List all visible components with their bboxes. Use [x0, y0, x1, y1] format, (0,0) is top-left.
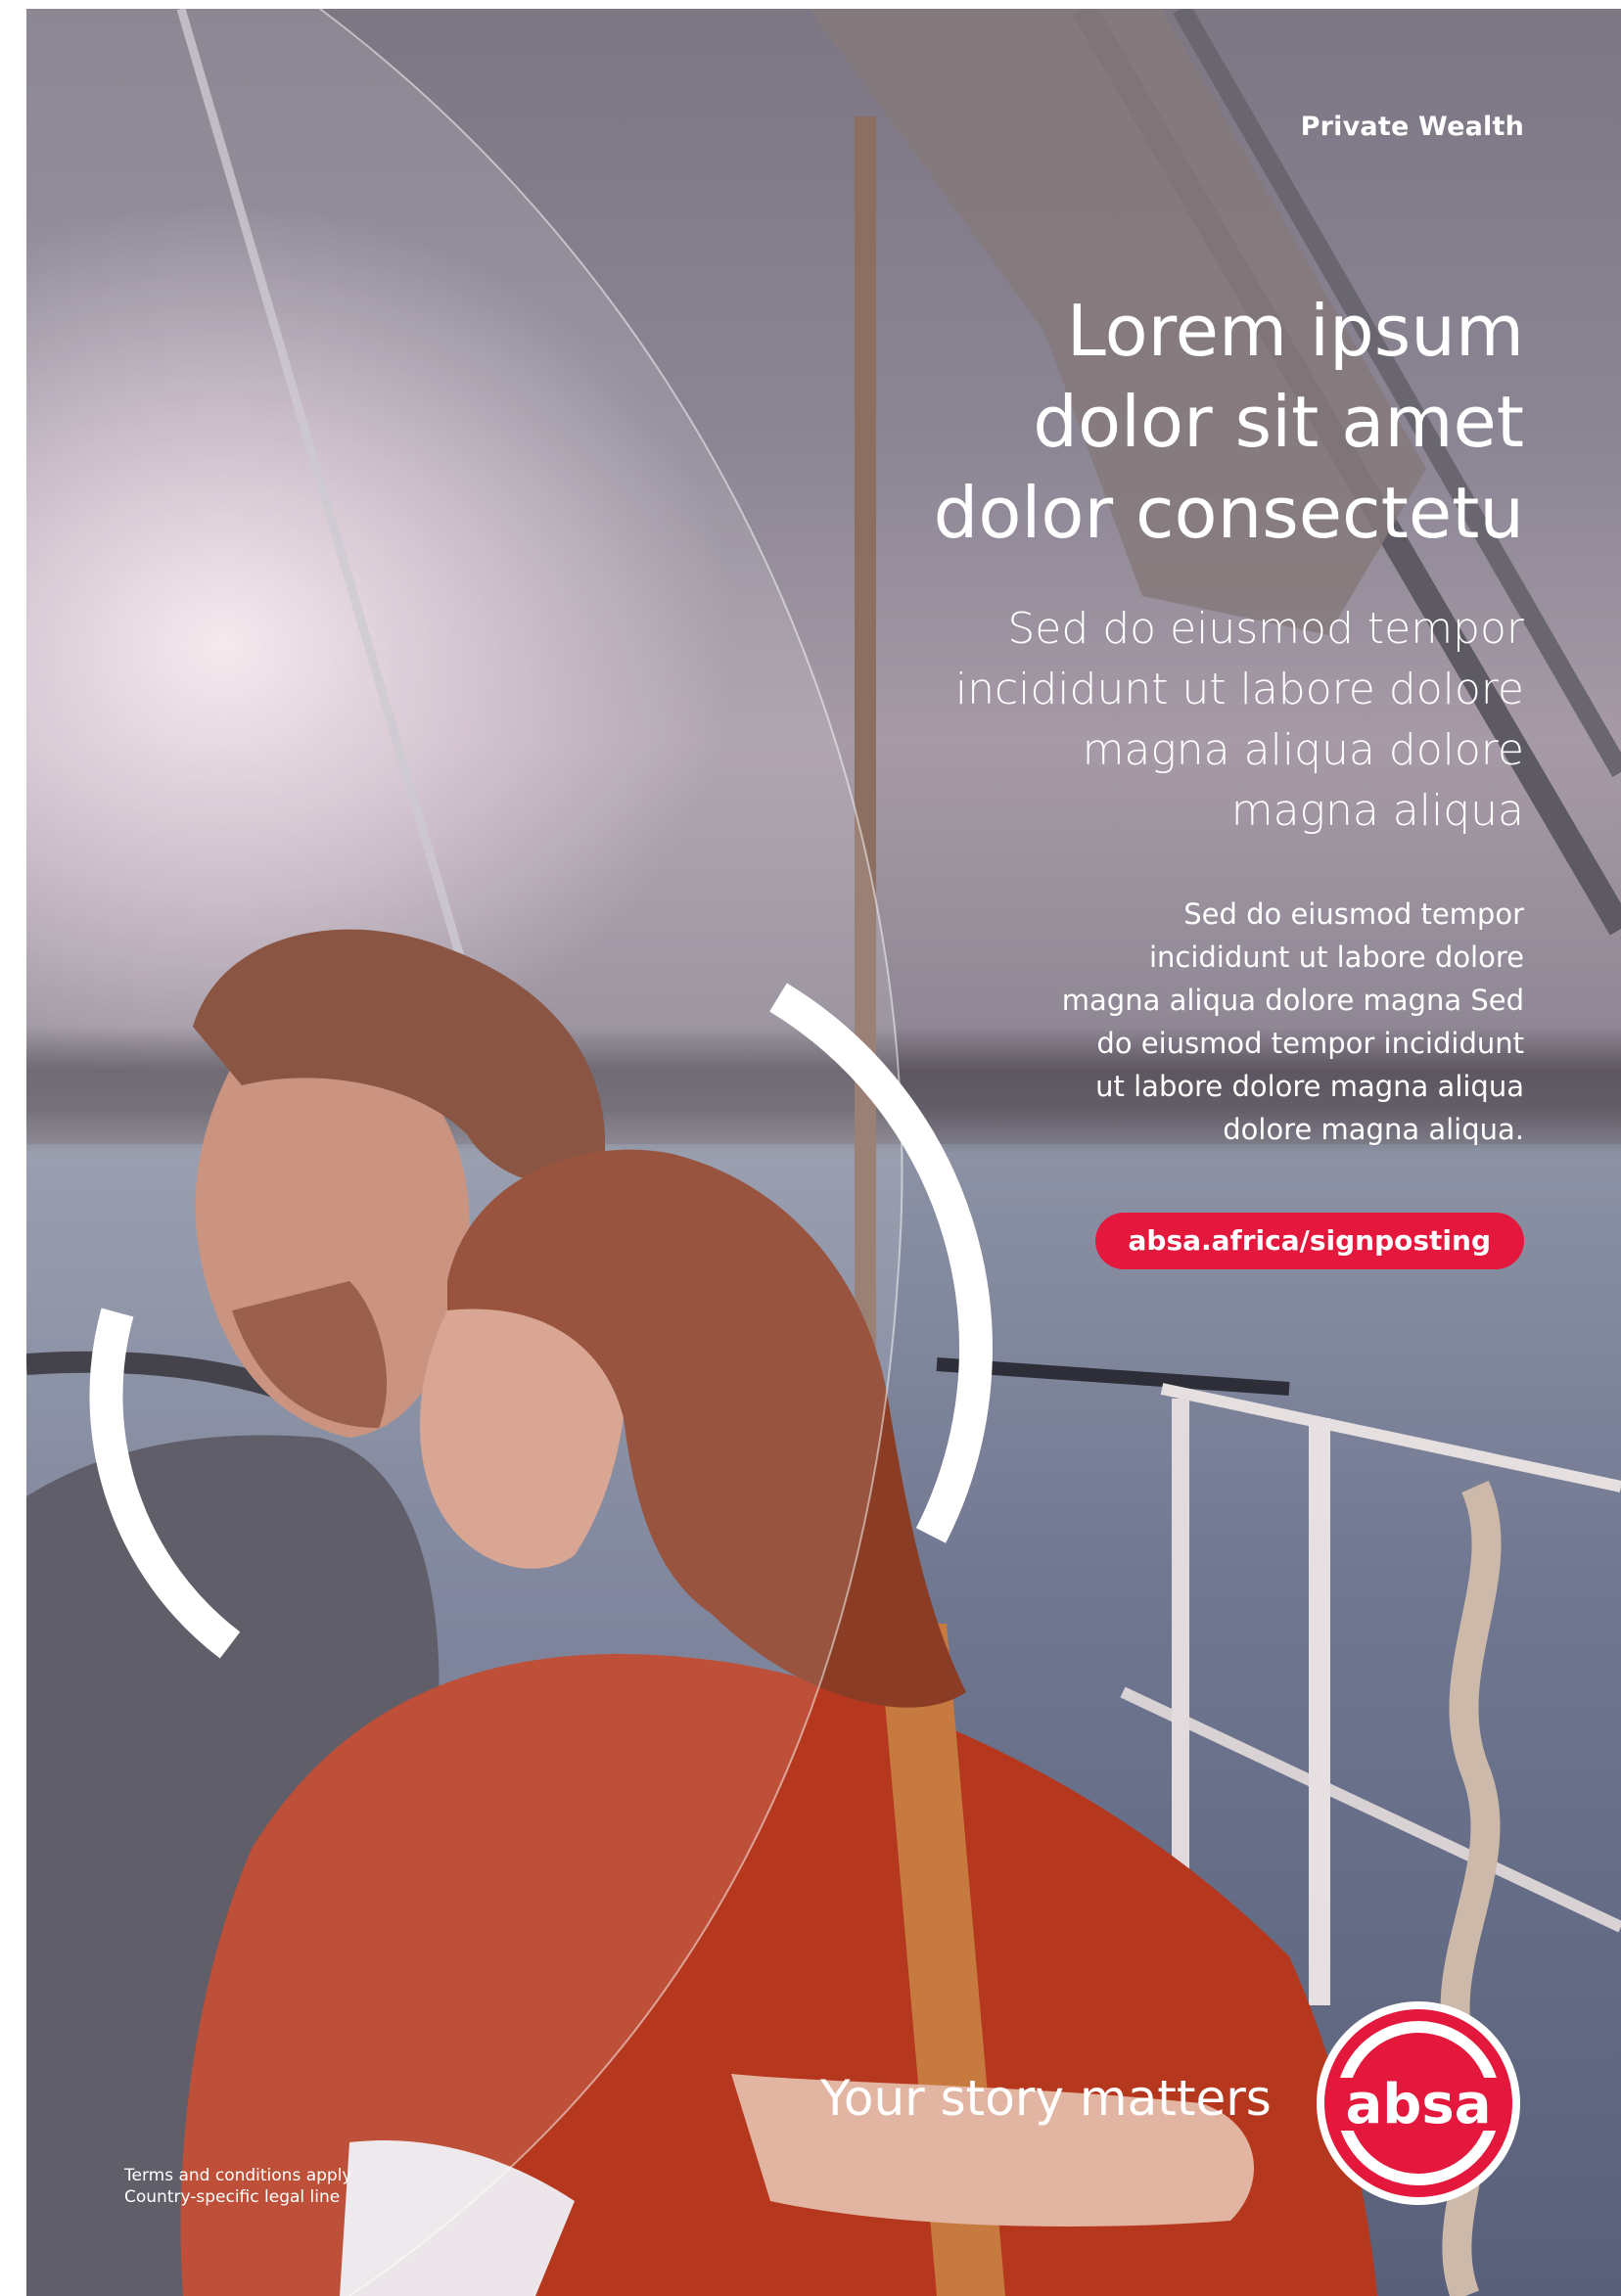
logo-wordmark: absa — [1346, 2073, 1492, 2136]
body-line: magna aliqua dolore magna Sed — [1061, 984, 1524, 1017]
headline-line: Lorem ipsum — [1066, 290, 1524, 372]
legal-footer: Terms and conditions apply Country-speci… — [124, 2165, 516, 2208]
subheadline-line: Sed do eiusmod tempor — [1007, 604, 1524, 654]
rail-post-1 — [1172, 1399, 1189, 1907]
headline-line: dolor sit amet — [1033, 381, 1524, 463]
body-line: do eiusmod tempor incididunt — [1096, 1027, 1524, 1060]
poster: Private Wealth Lorem ipsum dolor sit ame… — [26, 9, 1621, 2296]
absa-logo: absa — [1317, 2001, 1520, 2205]
body-copy: Sed do eiusmod tempor incididunt ut labo… — [976, 893, 1524, 1151]
subheadline-line: magna aliqua dolore — [1082, 725, 1524, 775]
body-line: incididunt ut labore dolore — [1148, 941, 1524, 974]
subheadline: Sed do eiusmod tempor incididunt ut labo… — [839, 599, 1524, 842]
legal-line: Terms and conditions apply — [124, 2166, 352, 2185]
headline-line: dolor consectetu — [933, 472, 1524, 554]
rail-upper — [1160, 1383, 1621, 1492]
tagline: Your story matters — [820, 2070, 1272, 2127]
subheadline-line: incididunt ut labore dolore — [954, 665, 1524, 714]
body-line: dolore magna aliqua. — [1223, 1113, 1524, 1146]
subheadline-line: magna aliqua — [1230, 786, 1524, 836]
body-line: Sed do eiusmod tempor — [1183, 897, 1524, 931]
division-label: Private Wealth — [1300, 112, 1524, 142]
rail-dark — [936, 1357, 1290, 1396]
rail-left — [26, 1351, 285, 1400]
legal-line: Country-specific legal line — [124, 2187, 341, 2207]
headline: Lorem ipsum dolor sit amet dolor consect… — [780, 286, 1524, 559]
rail-post-2 — [1309, 1418, 1330, 2005]
cta-link-button[interactable]: absa.africa/signposting — [1094, 1213, 1524, 1269]
body-line: ut labore dolore magna aliqua — [1095, 1070, 1524, 1103]
